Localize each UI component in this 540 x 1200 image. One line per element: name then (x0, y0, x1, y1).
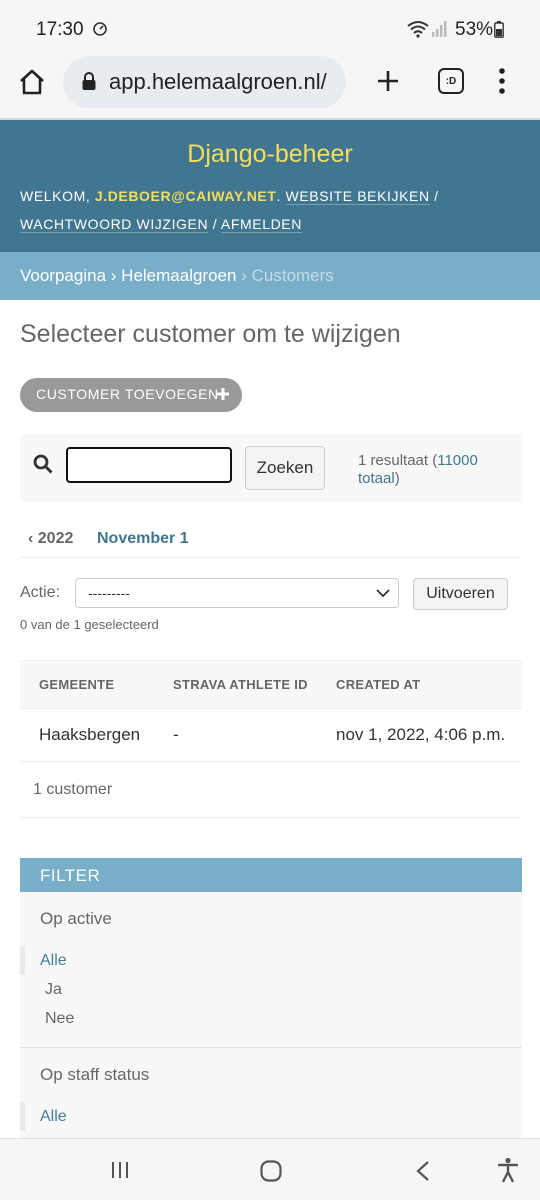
date-hierarchy-current[interactable]: November 1 (97, 530, 189, 548)
accessibility-icon[interactable] (496, 1157, 520, 1183)
user-email: J.DEBOER@CAIWAY.NET (94, 188, 277, 204)
status-time: 17:30 (36, 19, 84, 40)
filter-group-title: Op staff status (40, 1065, 150, 1084)
speedometer-icon (93, 22, 107, 36)
column-header-gemeente[interactable]: GEMEENTE (20, 660, 154, 709)
battery-level: 53% (455, 19, 494, 40)
view-site-link[interactable]: WEBSITE BEKIJKEN (285, 188, 430, 205)
signal-icon (432, 21, 447, 37)
admin-header: Django-beheer WELKOM, J.DEBOER@CAIWAY.NE… (0, 118, 540, 252)
welcome-text: WELKOM, (20, 188, 91, 204)
run-action-button[interactable]: Uitvoeren (413, 578, 508, 610)
address-bar[interactable]: app.helemaalgroen.nl/ (63, 56, 346, 108)
logout-link[interactable]: AFMELDEN (220, 216, 302, 233)
system-navigation-bar (0, 1138, 540, 1200)
result-count-prefix: 1 resultaat ( (358, 452, 438, 469)
add-customer-button[interactable]: CUSTOMER TOEVOEGEN (20, 378, 242, 412)
recent-apps-icon[interactable] (110, 1161, 130, 1179)
filter-panel: FILTER Op active Alle Ja Nee Op staff st… (20, 858, 522, 1154)
results-table: GEMEENTE STRAVA ATHLETE ID CREATED AT Ha… (20, 660, 522, 762)
filter-group-title: Op active (40, 909, 112, 928)
cell-gemeente[interactable]: Haaksbergen (20, 708, 154, 762)
separator: . (276, 188, 286, 204)
table-header-row: GEMEENTE STRAVA ATHLETE ID CREATED AT (20, 660, 522, 709)
home-icon[interactable] (18, 68, 46, 96)
selection-counter: 0 van de 1 geselecteerd (20, 617, 159, 632)
filter-option-all[interactable]: Alle (20, 946, 522, 975)
page-title: Selecteer customer om te wijzigen (20, 320, 401, 348)
breadcrumb-separator: › (241, 266, 247, 285)
column-header-strava-athlete-id[interactable]: STRAVA ATHLETE ID (154, 660, 317, 709)
result-count-suffix: ) (394, 470, 400, 487)
separator: / (208, 216, 221, 232)
user-tools: WELKOM, J.DEBOER@CAIWAY.NET. WEBSITE BEK… (20, 182, 525, 238)
separator: / (429, 188, 439, 204)
breadcrumb-separator: › (110, 266, 117, 285)
change-password-link[interactable]: WACHTWOORD WIJZIGEN (20, 216, 209, 233)
search-button[interactable]: Zoeken (245, 446, 325, 490)
search-toolbar: Zoeken 1 resultaat (11000 totaal) (20, 434, 522, 502)
action-label: Actie: (20, 584, 61, 601)
battery-icon (494, 21, 504, 38)
new-tab-icon[interactable] (376, 69, 400, 93)
home-button-icon[interactable] (260, 1160, 282, 1182)
filter-option-no[interactable]: Nee (20, 1004, 522, 1033)
column-header-created-at[interactable]: CREATED AT (317, 660, 522, 709)
browser-toolbar: app.helemaalgroen.nl/ :D (0, 54, 540, 118)
url-text[interactable]: app.helemaalgroen.nl/ (109, 69, 341, 95)
cell-strava-athlete-id: - (154, 708, 317, 762)
wifi-icon (407, 21, 429, 38)
breadcrumb-app[interactable]: Helemaalgroen (121, 266, 236, 285)
tab-switcher-icon[interactable]: :D (438, 68, 464, 94)
table-row: Haaksbergen - nov 1, 2022, 4:06 p.m. (20, 708, 522, 762)
site-name[interactable]: Django-beheer (0, 140, 540, 169)
paginator: 1 customer (20, 762, 522, 818)
action-select[interactable]: --------- (75, 578, 399, 608)
cell-created-at: nov 1, 2022, 4:06 p.m. (317, 708, 522, 762)
lock-icon (82, 72, 96, 90)
breadcrumb-current: Customers (251, 266, 334, 285)
filter-title: FILTER (20, 858, 522, 892)
action-select-value: --------- (88, 585, 130, 601)
search-icon (33, 454, 53, 474)
breadcrumb: Voorpagina › Helemaalgroen › Customers (0, 252, 540, 300)
more-options-icon[interactable] (498, 68, 506, 94)
result-count: 1 resultaat (11000 totaal) (358, 452, 518, 488)
add-customer-label: CUSTOMER TOEVOEGEN (36, 386, 219, 402)
chevron-down-icon (376, 589, 390, 598)
search-input[interactable] (66, 447, 232, 483)
filter-option-yes[interactable]: Ja (20, 975, 522, 1004)
date-hierarchy-back-link[interactable]: ‹ 2022 (28, 530, 73, 548)
breadcrumb-home[interactable]: Voorpagina (20, 266, 106, 285)
filter-option-all[interactable]: Alle (20, 1102, 522, 1131)
plus-icon (217, 388, 229, 400)
filter-list-active: Alle Ja Nee (20, 936, 522, 1043)
back-icon[interactable] (415, 1160, 431, 1182)
status-bar: 17:30 53% (0, 0, 540, 54)
date-hierarchy: ‹ 2022 November 1 (20, 520, 522, 558)
